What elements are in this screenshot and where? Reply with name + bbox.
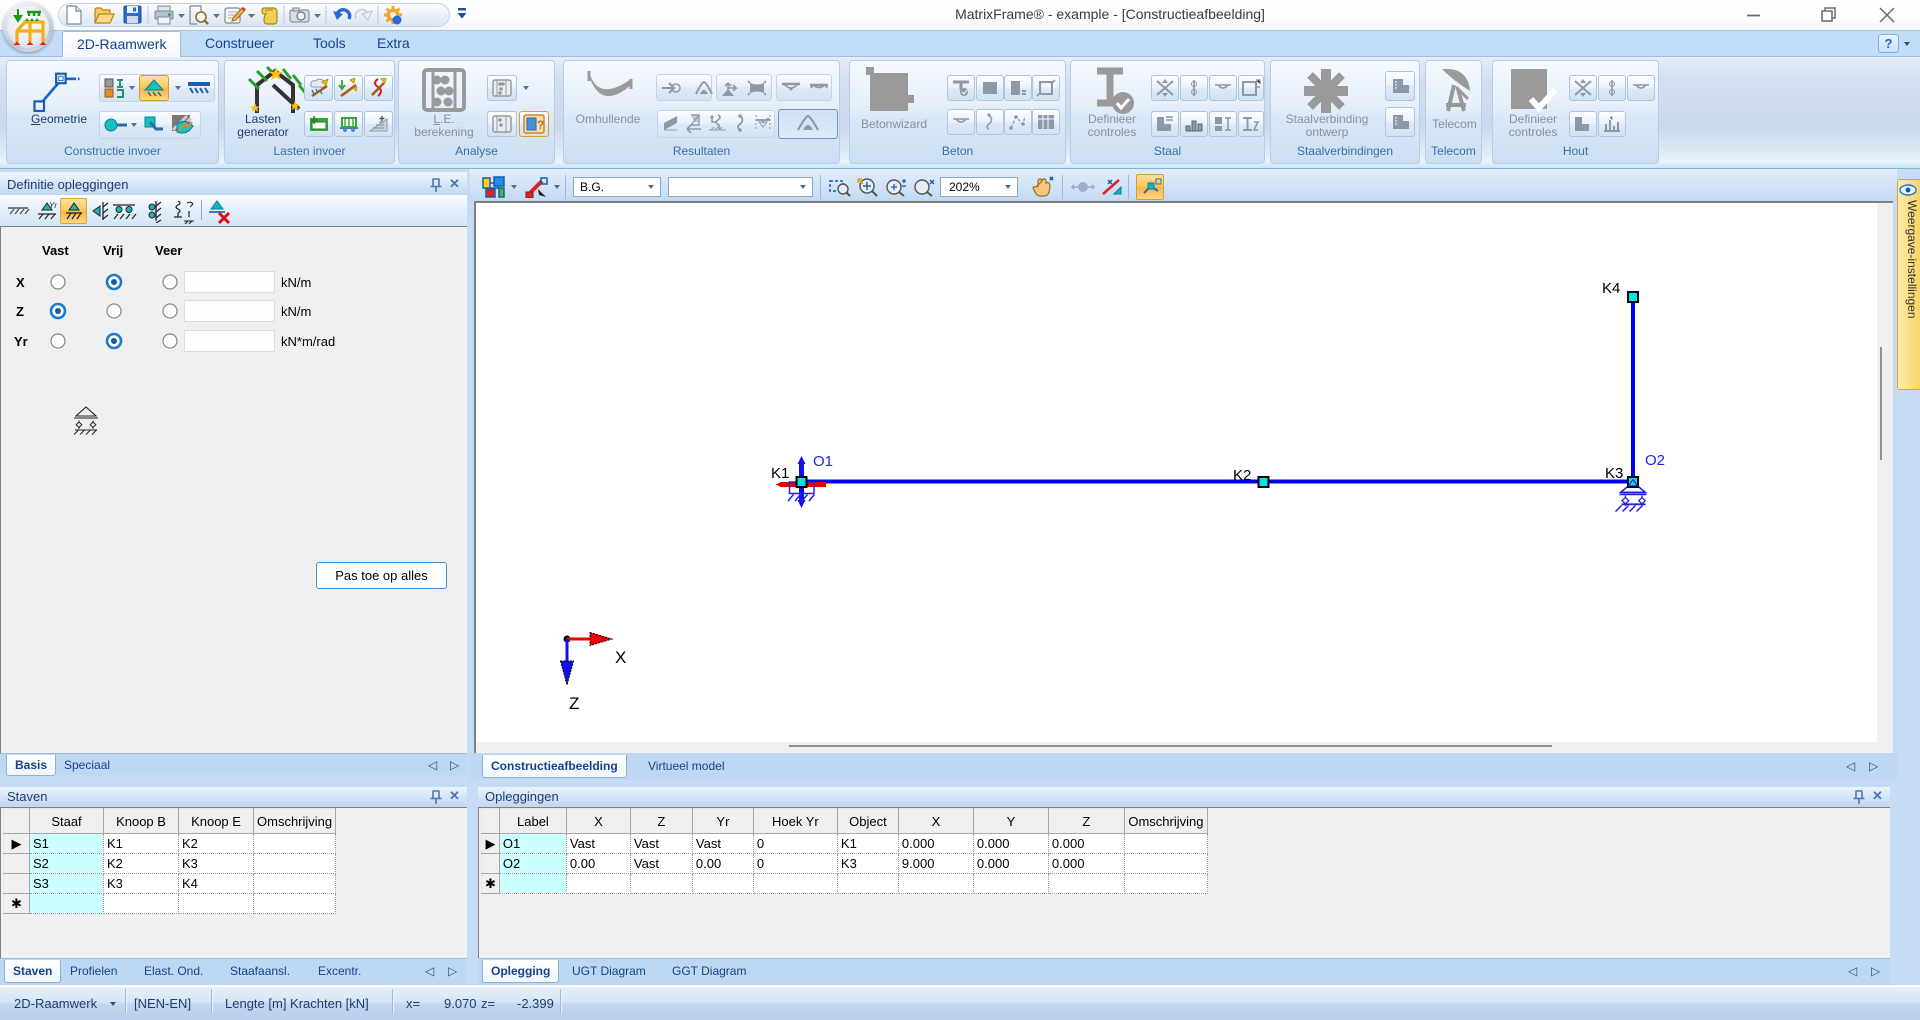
svg-text:K1: K1 [771,465,789,482]
svg-text:O2: O2 [1645,452,1665,469]
svg-text:K4: K4 [1602,280,1620,297]
svg-text:K3: K3 [1605,465,1623,482]
svg-text:O1: O1 [813,453,833,470]
svg-text:K2: K2 [1233,467,1251,484]
svg-text:Z: Z [569,694,579,713]
svg-text:Yr: Yr [49,201,57,210]
svg-text:X: X [615,648,626,667]
svg-text:?: ? [537,118,544,132]
